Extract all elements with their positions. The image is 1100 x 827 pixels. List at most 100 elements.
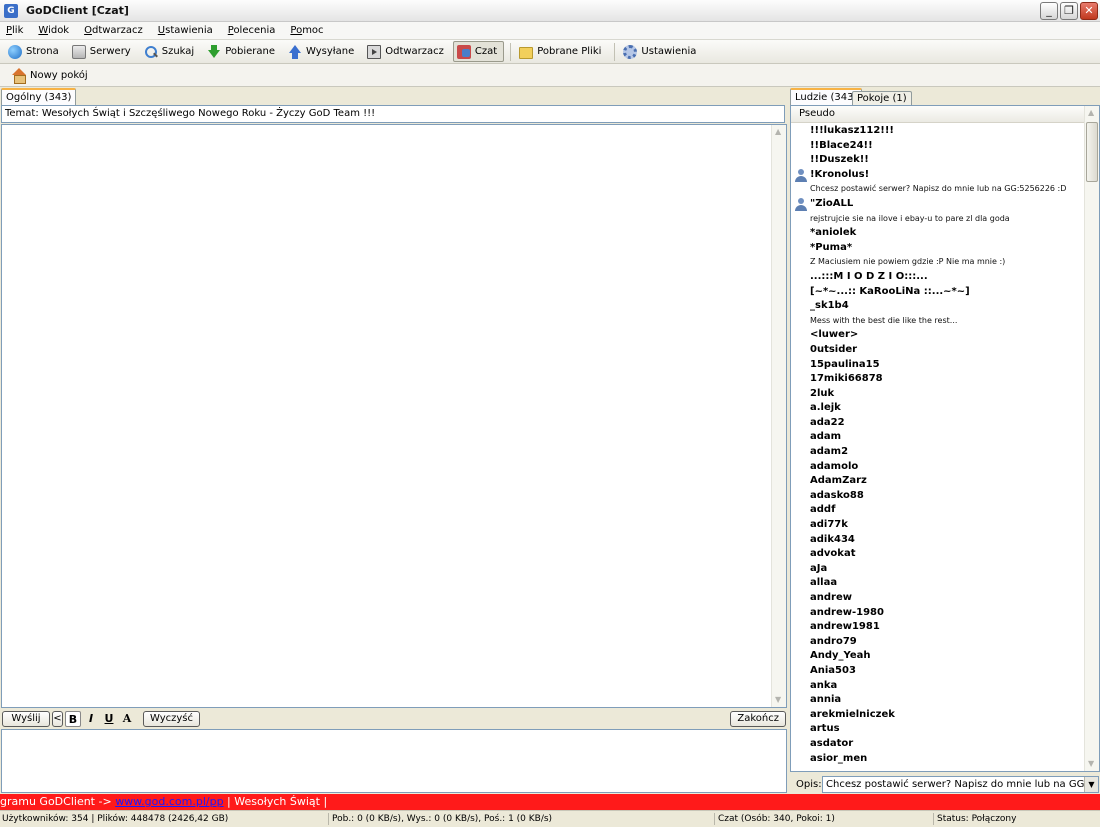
- user-row[interactable]: andrew-1980: [791, 606, 1086, 621]
- menu-odtwarzacz[interactable]: Odtwarzacz: [78, 25, 152, 36]
- users-list[interactable]: Pseudo !!!lukasz112!!! !!Blace24!! !!Dusze…: [790, 105, 1100, 772]
- user-row[interactable]: adasko88: [791, 489, 1086, 504]
- user-row[interactable]: aJa: [791, 562, 1086, 577]
- send-button[interactable]: Wyślij: [2, 710, 50, 727]
- user-name: a.lejk: [810, 402, 841, 414]
- users-scrollbar[interactable]: ▲ ▼: [1084, 106, 1099, 771]
- underline-button[interactable]: U: [101, 711, 117, 727]
- window-title: GoDClient [Czat]: [26, 4, 129, 17]
- clear-button[interactable]: Wyczyść: [143, 710, 201, 727]
- user-row[interactable]: adam2: [791, 445, 1086, 460]
- user-name: adamolo: [810, 460, 859, 472]
- menu-pomoc[interactable]: Pomoc: [284, 25, 332, 36]
- user-row[interactable]: [~*~...:: KaRooLiNa ::...~*~]: [791, 285, 1086, 300]
- user-row[interactable]: andrew1981: [791, 620, 1086, 635]
- user-row[interactable]: asdator: [791, 737, 1086, 752]
- user-row[interactable]: a.lejk: [791, 401, 1086, 416]
- user-row[interactable]: 17miki66878: [791, 372, 1086, 387]
- chevron-down-icon[interactable]: ▼: [1084, 777, 1098, 792]
- odtwarzacz-button[interactable]: Odtwarzacz: [363, 41, 451, 62]
- status-separator: [328, 813, 329, 825]
- user-name: artus: [810, 723, 840, 735]
- user-row[interactable]: anka: [791, 679, 1086, 694]
- chat-scrollbar[interactable]: ▲ ▼: [771, 125, 786, 707]
- main-toolbar: Strona Serwery Szukaj Pobierane Wysyłane…: [0, 40, 1100, 64]
- column-header-pseudo[interactable]: Pseudo: [791, 106, 1086, 123]
- ustawienia-button[interactable]: Ustawienia: [619, 41, 703, 62]
- user-row[interactable]: "ZioALL: [791, 197, 1086, 212]
- pobierane-button[interactable]: Pobierane: [203, 41, 282, 62]
- user-name: 15paulina15: [810, 358, 880, 370]
- user-name: adi77k: [810, 519, 848, 531]
- user-row[interactable]: _sk1b4: [791, 299, 1086, 314]
- user-row[interactable]: !Kronolus!: [791, 168, 1086, 183]
- scroll-down-icon[interactable]: ▼: [775, 696, 783, 704]
- user-rows: !!!lukasz112!!! !!Blace24!! !!Duszek!! !Kro…: [791, 124, 1086, 766]
- history-back-button[interactable]: <: [52, 710, 63, 727]
- user-row[interactable]: 2luk: [791, 387, 1086, 402]
- chat-log[interactable]: ▲ ▼: [1, 124, 787, 708]
- user-row[interactable]: Ania503: [791, 664, 1086, 679]
- user-row[interactable]: advokat: [791, 547, 1086, 562]
- user-row[interactable]: !!Blace24!!: [791, 139, 1086, 154]
- user-row[interactable]: Andy_Yeah: [791, 649, 1086, 664]
- user-name: _sk1b4: [810, 300, 849, 312]
- user-name: anka: [810, 679, 838, 691]
- menu-polecenia[interactable]: Polecenia: [222, 25, 285, 36]
- menu-plik[interactable]: Plik: [0, 25, 32, 36]
- close-button[interactable]: ✕: [1080, 2, 1098, 20]
- menu-ustawienia[interactable]: Ustawienia: [152, 25, 222, 36]
- maximize-button[interactable]: ❐: [1060, 2, 1078, 20]
- player-icon: [367, 44, 382, 59]
- user-row[interactable]: asior_men: [791, 752, 1086, 767]
- user-row[interactable]: annia: [791, 693, 1086, 708]
- user-row[interactable]: !!!lukasz112!!!: [791, 124, 1086, 139]
- menu-bar: Plik Widok Odtwarzacz Ustawienia Polecen…: [0, 22, 1100, 40]
- user-row[interactable]: adik434: [791, 533, 1086, 548]
- user-row[interactable]: adi77k: [791, 518, 1086, 533]
- wysylane-button[interactable]: Wysyłane: [284, 41, 361, 62]
- user-row[interactable]: *aniolek: [791, 226, 1086, 241]
- user-row[interactable]: adam: [791, 430, 1086, 445]
- new-room-button[interactable]: Nowy pokój: [8, 65, 95, 86]
- description-select[interactable]: Chcesz postawić serwer? Napisz do mnie l…: [822, 776, 1099, 793]
- tab-pokoje[interactable]: Pokoje (1): [852, 91, 912, 105]
- message-input[interactable]: [1, 729, 787, 793]
- italic-button[interactable]: I: [83, 711, 99, 727]
- serwery-button[interactable]: Serwery: [68, 41, 138, 62]
- end-button[interactable]: Zakończ: [730, 710, 786, 727]
- status-connection: Status: Połączony: [937, 814, 1017, 824]
- user-row[interactable]: !!Duszek!!: [791, 153, 1086, 168]
- user-name: adik434: [810, 533, 855, 545]
- user-row[interactable]: AdamZarz: [791, 474, 1086, 489]
- pobrane-pliki-button[interactable]: Pobrane Pliki: [515, 41, 608, 62]
- scroll-thumb[interactable]: [1086, 122, 1098, 182]
- user-row[interactable]: 15paulina15: [791, 358, 1086, 373]
- text-color-button[interactable]: A: [119, 711, 135, 727]
- tab-ogolny[interactable]: Ogólny (343): [1, 88, 77, 105]
- user-row[interactable]: <luwer>: [791, 328, 1086, 343]
- user-name: *Puma*: [810, 241, 853, 253]
- user-row[interactable]: andrew: [791, 591, 1086, 606]
- scroll-up-icon[interactable]: ▲: [1088, 109, 1096, 117]
- bold-button[interactable]: B: [65, 710, 81, 727]
- user-row[interactable]: artus: [791, 722, 1086, 737]
- user-row[interactable]: arekmielniczek: [791, 708, 1086, 723]
- szukaj-button[interactable]: Szukaj: [140, 41, 201, 62]
- user-row[interactable]: andro79: [791, 635, 1086, 650]
- ticker-link[interactable]: www.god.com.pl/pp: [115, 795, 223, 808]
- strona-button[interactable]: Strona: [4, 41, 66, 62]
- user-row[interactable]: allaa: [791, 576, 1086, 591]
- menu-widok[interactable]: Widok: [32, 25, 78, 36]
- user-row[interactable]: ada22: [791, 416, 1086, 431]
- czat-button[interactable]: Czat: [452, 41, 505, 62]
- user-row[interactable]: 0utsider: [791, 343, 1086, 358]
- scroll-down-icon[interactable]: ▼: [1088, 760, 1096, 768]
- chat-icon: [456, 44, 471, 59]
- minimize-button[interactable]: _: [1040, 2, 1058, 20]
- user-row[interactable]: *Puma*: [791, 241, 1086, 256]
- user-row[interactable]: adamolo: [791, 460, 1086, 475]
- user-row[interactable]: ...:::M I O D Z I O:::...: [791, 270, 1086, 285]
- scroll-up-icon[interactable]: ▲: [775, 128, 783, 136]
- user-row[interactable]: addf: [791, 503, 1086, 518]
